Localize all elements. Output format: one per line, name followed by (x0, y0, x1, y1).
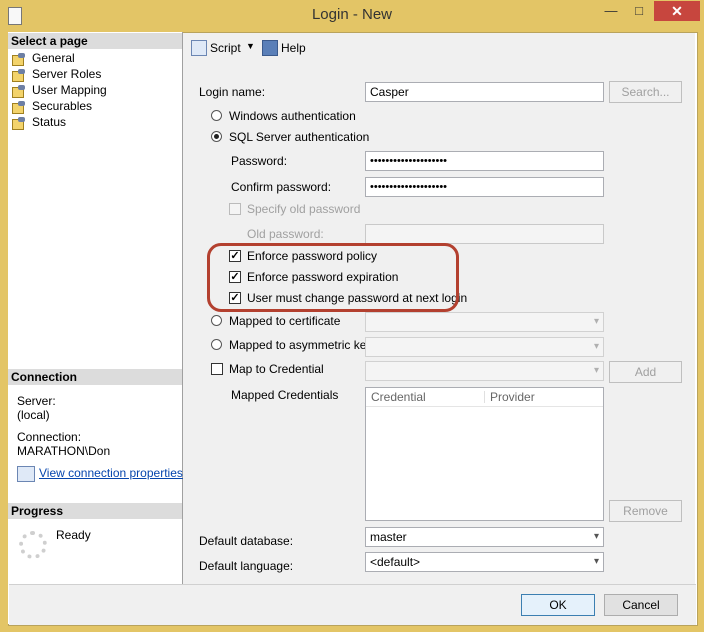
ok-button[interactable]: OK (521, 594, 595, 616)
page-item-general[interactable]: General (12, 50, 75, 66)
mapped-asymmetric-key-radio[interactable] (211, 339, 222, 350)
chevron-down-icon: ▾ (593, 341, 599, 352)
default-database-select[interactable]: master ▾ (365, 527, 604, 547)
maximize-button[interactable]: □ (626, 1, 652, 21)
default-database-label: Default database: (199, 534, 294, 548)
add-button[interactable]: Add (609, 361, 682, 383)
asymmetric-key-select[interactable]: ▾ (365, 337, 604, 357)
specify-old-password-checkbox[interactable] (229, 203, 241, 215)
script-dropdown-icon[interactable]: ▼ (246, 41, 255, 51)
grid-header-provider[interactable]: Provider (490, 388, 535, 406)
help-icon (262, 40, 278, 56)
select-page-header: Select a page (8, 33, 182, 49)
old-password-input[interactable] (365, 224, 604, 244)
progress-status: Ready (56, 528, 91, 542)
toolbar (183, 33, 695, 61)
password-label: Password: (231, 154, 288, 168)
script-button[interactable]: Script (210, 41, 241, 55)
default-language-value: <default> (370, 555, 421, 569)
progress-header: Progress (8, 503, 182, 519)
page-icon (12, 100, 26, 114)
chevron-down-icon: ▾ (593, 531, 599, 542)
minimize-button[interactable]: — (598, 1, 624, 21)
page-label: General (32, 51, 75, 65)
confirm-password-input[interactable]: •••••••••••••••••••• (365, 177, 604, 197)
old-password-label: Old password: (247, 227, 324, 241)
page-item-user-mapping[interactable]: User Mapping (12, 82, 107, 98)
help-button[interactable]: Help (281, 41, 306, 55)
chevron-down-icon: ▾ (593, 556, 599, 567)
credential-select[interactable]: ▾ (365, 361, 604, 381)
page-item-status[interactable]: Status (12, 114, 66, 130)
certificate-select[interactable]: ▾ (365, 312, 604, 332)
login-name-label: Login name: (199, 85, 266, 99)
connection-header: Connection (8, 369, 182, 385)
column-divider (484, 391, 485, 403)
grid-header-credential[interactable]: Credential (371, 388, 426, 406)
confirm-password-label: Confirm password: (231, 180, 332, 194)
server-label: Server: (17, 394, 56, 408)
mapped-asymmetric-key-label: Mapped to asymmetric key (229, 338, 373, 352)
page-icon (12, 84, 26, 98)
server-value: (local) (17, 408, 50, 422)
mapped-certificate-label: Mapped to certificate (229, 314, 341, 328)
mapped-credentials-label: Mapped Credentials (231, 388, 339, 402)
password-input[interactable]: •••••••••••••••••••• (365, 151, 604, 171)
page-icon (12, 52, 26, 66)
view-connection-properties-link[interactable]: View connection properties (39, 466, 183, 480)
default-database-value: master (370, 530, 407, 544)
connection-label: Connection: (17, 430, 82, 444)
page-icon (12, 68, 26, 82)
chevron-down-icon: ▾ (593, 316, 599, 327)
grid-header: Credential Provider (366, 388, 603, 407)
properties-icon (17, 466, 35, 482)
remove-button[interactable]: Remove (609, 500, 682, 522)
script-icon (191, 40, 207, 56)
map-credential-checkbox[interactable] (211, 363, 223, 375)
page-item-server-roles[interactable]: Server Roles (12, 66, 101, 82)
page-label: Server Roles (32, 67, 102, 81)
windows-auth-radio[interactable] (211, 110, 222, 121)
sql-auth-radio[interactable] (211, 131, 222, 142)
page-label: Securables (32, 99, 93, 113)
page-item-securables[interactable]: Securables (12, 98, 92, 114)
progress-spinner-icon (19, 531, 47, 559)
page-icon (12, 116, 26, 130)
connection-value: MARATHON\Don (17, 444, 111, 458)
cancel-button[interactable]: Cancel (604, 594, 678, 616)
mapped-certificate-radio[interactable] (211, 315, 222, 326)
default-language-select[interactable]: <default> ▾ (365, 552, 604, 572)
chevron-down-icon: ▾ (593, 365, 599, 376)
highlight-annotation (207, 243, 459, 312)
specify-old-password-label: Specify old password (247, 202, 361, 216)
page-label: User Mapping (32, 83, 107, 97)
mapped-credentials-grid[interactable]: Credential Provider (365, 387, 604, 521)
login-name-input[interactable]: Casper (365, 82, 604, 102)
page-label: Status (32, 115, 67, 129)
close-button[interactable]: ✕ (654, 1, 700, 21)
map-credential-label: Map to Credential (229, 362, 324, 376)
search-button[interactable]: Search... (609, 81, 682, 103)
default-language-label: Default language: (199, 559, 294, 573)
windows-auth-label: Windows authentication (229, 109, 356, 123)
sql-auth-label: SQL Server authentication (229, 130, 370, 144)
